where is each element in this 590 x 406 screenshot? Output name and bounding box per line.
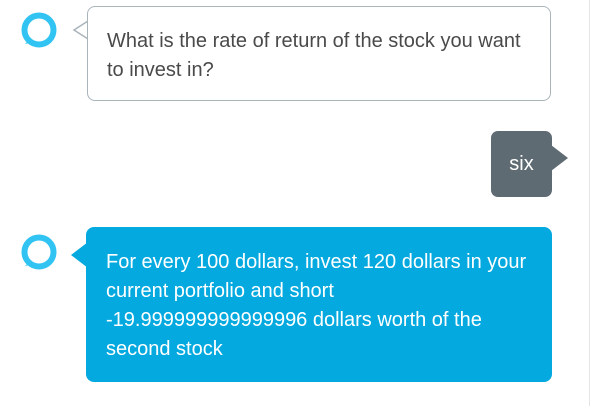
alexa-ring-icon [20,233,58,271]
user-message-text: six [509,153,534,175]
alexa-ring-icon [20,11,58,49]
bubble-tail [551,145,568,171]
assistant-message-bubble: For every 100 dollars, invest 120 dollar… [86,227,552,382]
chat-transcript: What is the rate of return of the stock … [0,0,590,406]
assistant-message-bubble: What is the rate of return of the stock … [87,6,551,101]
assistant-message-text: For every 100 dollars, invest 120 dollar… [106,251,527,360]
assistant-message-text: What is the rate of return of the stock … [107,30,521,81]
user-message-bubble: six [491,131,552,197]
bubble-tail [72,20,88,40]
